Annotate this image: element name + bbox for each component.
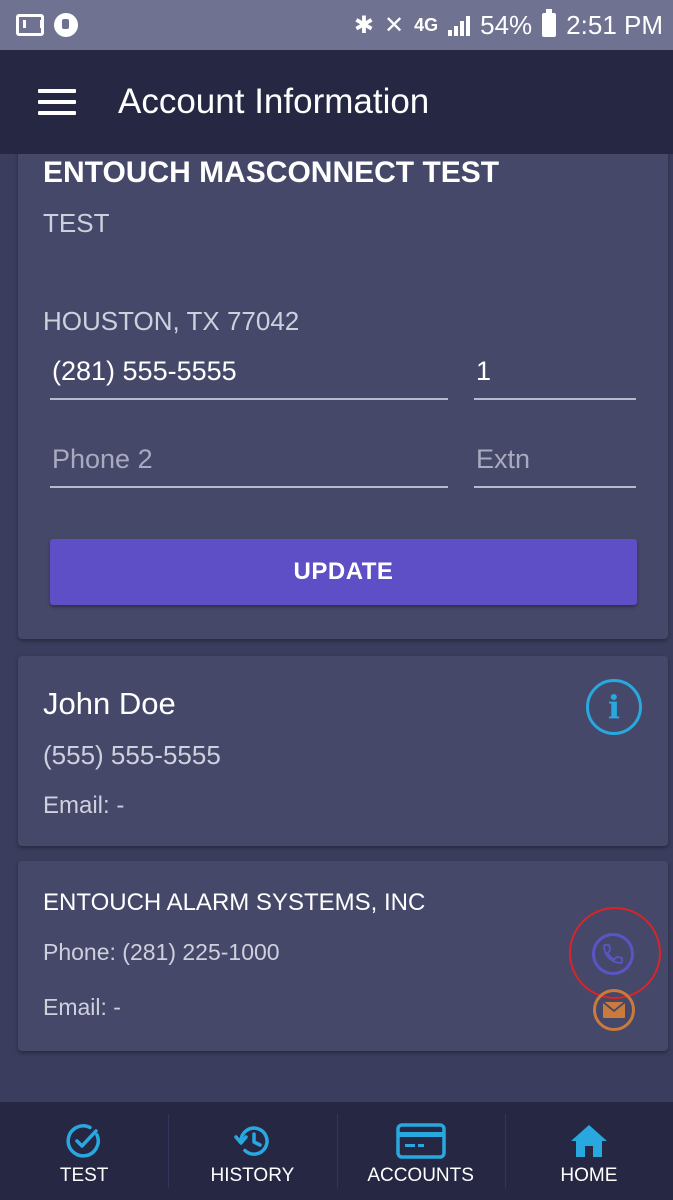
contact-phone: (555) 555-5555 bbox=[43, 740, 221, 770]
network-type-icon: 4G bbox=[414, 14, 439, 35]
contact-card[interactable]: John Doe (555) 555-5555 Email: - i bbox=[18, 656, 668, 846]
status-left bbox=[16, 13, 78, 37]
app-notification-icon bbox=[54, 13, 78, 37]
history-icon bbox=[233, 1115, 271, 1159]
account-card: ENTOUCH MASCONNECT TEST TEST HOUSTON, TX… bbox=[18, 154, 668, 639]
status-right: ✱ ✕ 4G 54% 2:51 PM bbox=[353, 9, 663, 41]
phone-call-icon[interactable] bbox=[592, 933, 634, 975]
nav-history[interactable]: HISTORY bbox=[168, 1102, 336, 1200]
bluetooth-icon: ✱ bbox=[353, 11, 374, 39]
company-phone: Phone: (281) 225-1000 bbox=[43, 939, 280, 965]
nav-accounts[interactable]: ACCOUNTS bbox=[336, 1102, 505, 1200]
credit-card-icon bbox=[395, 1115, 446, 1159]
phone1-input[interactable]: (281) 555-5555 bbox=[50, 356, 448, 400]
check-circle-icon bbox=[66, 1115, 102, 1159]
bottom-nav: TEST HISTORY ACCOUNTS HOME bbox=[0, 1102, 673, 1200]
update-button[interactable]: UPDATE bbox=[50, 539, 637, 605]
menu-icon[interactable] bbox=[38, 89, 76, 115]
contact-name: John Doe bbox=[43, 686, 176, 721]
nav-home-label: HOME bbox=[560, 1165, 618, 1186]
account-address-line: TEST bbox=[43, 208, 110, 238]
app-bar: Account Information bbox=[0, 50, 673, 154]
home-icon bbox=[569, 1115, 609, 1159]
nav-home[interactable]: HOME bbox=[504, 1102, 673, 1200]
info-icon[interactable]: i bbox=[586, 679, 642, 735]
nav-test[interactable]: TEST bbox=[0, 1102, 168, 1200]
nav-history-label: HISTORY bbox=[210, 1165, 295, 1186]
company-email: Email: - bbox=[43, 994, 121, 1020]
company-card: ENTOUCH ALARM SYSTEMS, INC Phone: (281) … bbox=[18, 861, 668, 1051]
status-bar: ✱ ✕ 4G 54% 2:51 PM bbox=[0, 0, 673, 50]
phone2-input[interactable]: Phone 2 bbox=[50, 444, 448, 488]
ext2-input[interactable]: Extn bbox=[474, 444, 636, 488]
account-city-state-zip: HOUSTON, TX 77042 bbox=[43, 306, 300, 336]
nav-test-label: TEST bbox=[59, 1165, 109, 1186]
content-scroll[interactable]: ENTOUCH MASCONNECT TEST TEST HOUSTON, TX… bbox=[0, 154, 673, 1100]
ext1-input[interactable]: 1 bbox=[474, 356, 636, 400]
gallery-notification-icon bbox=[16, 14, 44, 36]
clock: 2:51 PM bbox=[566, 9, 663, 40]
contact-email: Email: - bbox=[43, 792, 125, 819]
nav-accounts-label: ACCOUNTS bbox=[367, 1165, 474, 1186]
battery-percent: 54% bbox=[480, 9, 533, 40]
page-title: Account Information bbox=[118, 82, 430, 121]
signal-icon bbox=[448, 14, 471, 36]
account-name: ENTOUCH MASCONNECT TEST bbox=[43, 156, 500, 189]
mute-icon: ✕ bbox=[384, 11, 405, 39]
mail-icon[interactable] bbox=[593, 989, 635, 1031]
company-name: ENTOUCH ALARM SYSTEMS, INC bbox=[43, 889, 426, 916]
battery-icon bbox=[542, 9, 557, 37]
